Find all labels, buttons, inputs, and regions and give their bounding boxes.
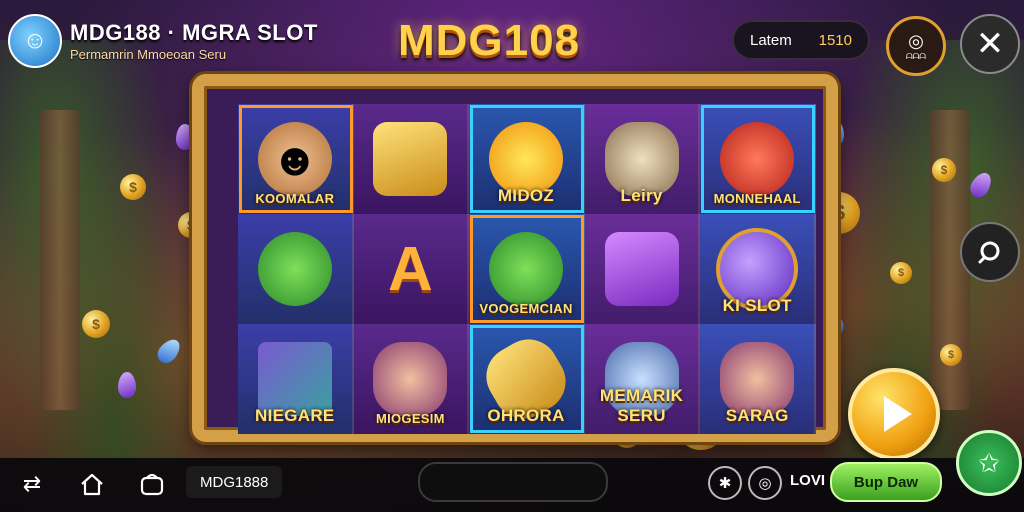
reel-3-symbol-3: OHRORA	[469, 324, 585, 434]
close-icon: ✕	[975, 25, 1005, 63]
reel-5-symbol-2: KI SLOT	[700, 214, 816, 324]
reel-1-symbol-1: ☻ KOOMALAR	[238, 104, 354, 214]
symbol-label: OHRORA	[487, 406, 565, 425]
buy-button[interactable]: Bup Daw	[830, 462, 942, 502]
gold-cup-icon	[373, 122, 448, 196]
symbol-label: MIOGESIM	[375, 411, 445, 426]
favorite-button[interactable]: ✩	[956, 430, 1022, 496]
symbol-label: MIDOZ	[497, 186, 555, 205]
game-title-logo: MDG108	[398, 16, 581, 65]
camera-button-label: ᗩᗩᗩ	[906, 51, 926, 61]
reel-2-symbol-2: A	[353, 214, 470, 324]
game-name-label: MDG1888	[186, 466, 283, 498]
symbol-label: KOOMALAR	[255, 191, 335, 206]
star-icon: ✩	[978, 447, 1000, 478]
coin-icon: $	[940, 344, 962, 366]
balance-display: Latem 1510	[732, 20, 870, 60]
queen-icon	[373, 342, 448, 416]
corn-icon	[257, 232, 332, 306]
purple-key-icon	[604, 232, 679, 306]
symbol-label: MONNEHAAL	[713, 191, 801, 206]
symbol-label: KI SLOT	[722, 296, 792, 315]
search-button[interactable]	[960, 222, 1020, 282]
coin-icon: $	[932, 158, 956, 182]
spin-play-button[interactable]	[848, 368, 940, 460]
camera-button[interactable]: ◎ ᗩᗩᗩ	[886, 16, 946, 76]
balance-label: Latem	[750, 31, 792, 49]
brand-subtitle: Permamrin Mmoeoan Seru	[70, 47, 227, 62]
reel-1-symbol-3: NIEGARE	[238, 324, 354, 434]
sun-icon	[488, 122, 563, 196]
frog-icon	[488, 232, 563, 306]
bag-icon	[140, 473, 164, 496]
reel-2-symbol-3: MIOGESIM	[353, 324, 470, 434]
asterisk-icon: ✱	[718, 475, 732, 492]
search-icon	[978, 241, 1000, 264]
home-icon	[81, 473, 103, 496]
bag-button[interactable]	[136, 468, 168, 500]
reel-3-symbol-2: VOOGEMCIAN	[469, 214, 585, 324]
gem-icon	[118, 372, 136, 398]
lovi-label: LOVI	[790, 472, 826, 489]
dragon-icon	[720, 122, 795, 196]
bottom-input-bar[interactable]	[418, 462, 608, 502]
play-icon	[884, 396, 912, 432]
reel-4-symbol-3: MEMARIK SERU	[584, 324, 701, 434]
letter-a-icon: A	[388, 234, 433, 304]
girl-icon	[720, 342, 795, 416]
dog-icon	[604, 122, 679, 196]
symbol-label: Leiry	[620, 186, 663, 205]
slot-reels: ☻ KOOMALAR MIDOZ Leiry MONNEHAAL A VOOGE…	[238, 104, 816, 434]
cube-icon	[257, 342, 332, 416]
reel-4-symbol-1: Leiry	[584, 104, 701, 214]
stone-pillar-left	[40, 110, 80, 410]
brand-header: ☺ MDG188 · MGRA SLOT Permamrin Mmoeoan S…	[8, 14, 318, 68]
hero-icon: ☻	[257, 122, 332, 196]
reel-3-symbol-1: MIDOZ	[469, 104, 585, 214]
coin-icon: $	[82, 310, 110, 338]
close-button[interactable]: ✕	[960, 14, 1020, 74]
back-button[interactable]: ⇄	[16, 468, 48, 500]
target-icon: ◎	[758, 475, 772, 492]
mascot-avatar-icon: ☺	[8, 14, 62, 68]
coin-icon: $	[890, 262, 912, 284]
share-button[interactable]: ✱	[708, 466, 742, 500]
reel-2-symbol-1	[353, 104, 470, 214]
slot-machine-frame: ☻ KOOMALAR MIDOZ Leiry MONNEHAAL A VOOGE…	[192, 74, 838, 442]
reel-4-symbol-2	[584, 214, 701, 324]
brand-name: MDG188 · MGRA SLOT	[70, 20, 318, 45]
symbol-label: NIEGARE	[255, 406, 335, 425]
symbol-label: VOOGEMCIAN	[479, 301, 573, 316]
balance-value: 1510	[818, 31, 852, 49]
camera-icon: ◎	[908, 30, 924, 51]
reel-5-symbol-1: MONNEHAAL	[700, 104, 816, 214]
reel-5-symbol-3: SARAG	[700, 324, 816, 434]
symbol-label: SARAG	[725, 406, 789, 425]
back-arrows-icon: ⇄	[22, 471, 42, 496]
home-button[interactable]	[76, 468, 108, 500]
reel-1-symbol-2	[238, 214, 354, 324]
coin-icon: $	[120, 174, 146, 200]
symbol-label: MEMARIK SERU	[599, 386, 684, 425]
jungle-foliage-left	[0, 40, 190, 470]
settings-button[interactable]: ◎	[748, 466, 782, 500]
